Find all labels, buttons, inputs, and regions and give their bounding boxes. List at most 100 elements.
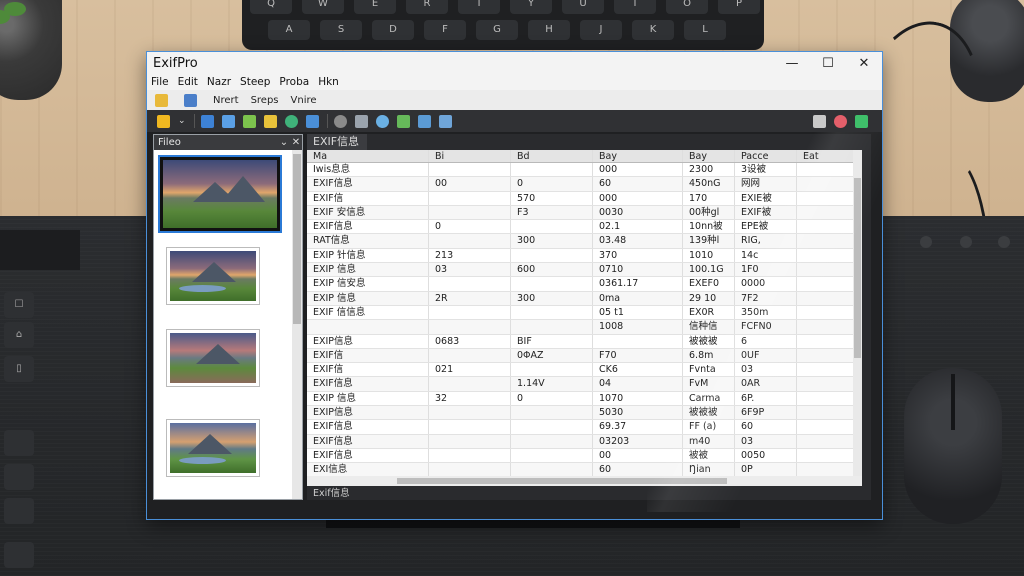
maximize-button[interactable]: ☐ [810,52,846,74]
table-cell [511,277,593,291]
close-button[interactable]: ✕ [846,52,882,74]
table-row[interactable]: EXIF信 0ΦAZ F70 6.8m 0UF [307,348,862,364]
column-header[interactable]: Bay [683,150,735,162]
column-header[interactable]: Bi [429,150,511,162]
table-row[interactable]: EXIF 安信息 F3 0030 00种gl EXIF被 [307,205,862,221]
table-cell: EXIF信息 [307,177,429,191]
table-cell: 0361.17 [593,277,683,291]
thumbnail[interactable] [166,329,260,387]
open-folder-button[interactable] [155,93,172,107]
table-cell: EXIF 安信息 [307,205,429,220]
exif-footer-tab[interactable]: Exif信息 [307,488,871,500]
keyboard-key: I [614,0,656,14]
tag-icon[interactable] [243,114,256,128]
table-row[interactable]: EXIF信息 69.37 FF (a) 60 [307,420,862,435]
open-image-button[interactable] [184,93,201,107]
folder-open-icon[interactable] [157,114,170,128]
table-row[interactable]: EXIP 信息 2R 300 0ma 29 10 7F2 [307,291,862,306]
table-row[interactable]: Iwis息息 000 2300 3设被 [307,163,862,178]
table-cell: F3 [511,205,593,220]
table-cell: 0 [429,220,511,234]
table-row[interactable]: EXIF信 021 CK6 Fvnta 03 [307,363,862,378]
table-row[interactable]: EXIF信息 00 0 60 450nG 网网 [307,177,862,192]
toolbar-button-steps[interactable]: Sreps [251,95,279,106]
toolbar-button-view[interactable]: Vnire [291,95,317,106]
panel-close-button[interactable]: ✕ [290,137,302,148]
table-cell: EXIF信息 [307,448,429,463]
table-row[interactable]: EXIP 信息 03 600 0710 100.1G 1F0 [307,263,862,278]
dropdown-icon[interactable]: ⌄ [178,115,186,128]
grid-icon[interactable] [418,114,431,128]
table-row[interactable]: EXIF信息 00 被被 0050 [307,448,862,464]
list-icon[interactable] [355,114,368,128]
table-row[interactable]: RAT信息 300 03.48 139种l RIG, [307,234,862,249]
menu-edit[interactable]: Edit [178,76,198,88]
paste-icon[interactable] [222,114,235,128]
table-cell: 3设被 [735,163,797,177]
zoom-icon[interactable] [376,114,389,128]
table-cell: 0030 [593,205,683,220]
table-cell [429,348,511,363]
table-cell: EXIP 信安息 [307,277,429,291]
table-cell: FF (a) [683,420,735,434]
column-header[interactable]: Ma [307,150,429,162]
table-cell: 0 [511,177,593,191]
search-icon[interactable] [285,114,298,128]
table-cell: 00种gl [683,205,735,220]
thumbnail[interactable] [166,247,260,305]
table-cell: 03.48 [593,234,683,248]
table-row[interactable]: EXIP信息 0683 BIF 被被被 6 [307,334,862,349]
copy-icon[interactable] [201,114,214,128]
table-cell: EXIF被 [735,205,797,220]
minimize-button[interactable]: — [774,52,810,74]
table-row[interactable]: EXIP 信息 32 0 1070 Carma 6P. [307,391,862,407]
exif-tab[interactable]: EXIF信息 [307,134,871,150]
table-cell: EXIP 信息 [307,291,429,305]
table-row[interactable]: EXIF信息 1.14V 04 FvM 0AR [307,377,862,392]
settings-icon[interactable] [813,114,826,128]
menu-options[interactable]: Proba [279,76,309,88]
table-row[interactable]: EXIF 信信息 05 t1 EX0R 350m [307,305,862,321]
table-cell [511,463,593,477]
filter-icon[interactable] [397,114,410,128]
menu-tools[interactable]: Steep [240,76,270,88]
star-icon[interactable] [264,114,277,128]
table-cell: RIG, [735,234,797,248]
refresh-icon[interactable] [306,114,319,128]
table-cell: 03 [735,363,797,377]
keyboard-key: F [424,20,466,40]
table-row[interactable]: 1008 信种信 FCFN0 [307,320,862,335]
table-cell [511,420,593,434]
table-vertical-scrollbar[interactable] [853,150,862,486]
toolbar-button-insert[interactable]: Nrert [213,95,239,106]
pin-icon[interactable] [834,114,847,128]
table-cell: EXIF信息 [307,420,429,434]
thumbnail[interactable] [166,419,260,477]
table-row[interactable]: EXIF信 570 000 170 EXIE被 [307,191,862,206]
column-header[interactable]: Pacce [735,150,797,162]
table-cell [429,320,511,334]
thumbnail-selected[interactable] [158,155,282,233]
table-cell: FvM [683,377,735,391]
column-header[interactable]: Bay [593,150,683,162]
sort-icon[interactable] [439,114,452,128]
table-row[interactable]: EXIF信息 0 02.1 10nn被 EPE被 [307,220,862,235]
table-row[interactable]: EXIP 针信息 213 370 1010 14c [307,248,862,264]
table-cell [511,248,593,263]
table-horizontal-scrollbar[interactable] [307,476,862,486]
table-cell [593,334,683,348]
table-cell: 1008 [593,320,683,334]
rotate-icon[interactable] [334,114,347,128]
table-cell [429,420,511,434]
menu-file[interactable]: File [151,76,169,88]
column-header[interactable]: Bd [511,150,593,162]
panel-collapse-button[interactable]: ⌄ [278,137,290,148]
table-row[interactable]: EXIP 信安息 0361.17 EXEF0 0000 [307,277,862,292]
table-row[interactable]: EXIF信息 03203 m40 03 [307,434,862,449]
menu-help[interactable]: Hkn [318,76,339,88]
table-row[interactable]: EXIP信息 5030 被被被 6F9P [307,406,862,421]
table-cell: 1F0 [735,263,797,277]
close-icon[interactable] [855,114,868,128]
menu-view[interactable]: Nazr [207,76,231,88]
thumbnail-scrollbar[interactable] [292,150,302,499]
